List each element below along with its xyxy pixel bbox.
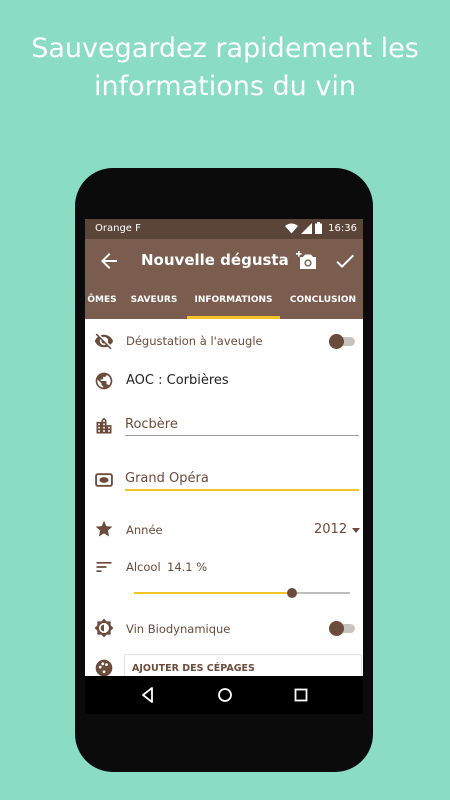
battery-icon [315, 222, 323, 234]
wifi-icon [285, 223, 299, 233]
promo-headline: Sauvegardez rapidement les informations … [0, 30, 450, 106]
carrier-name: Orange F [95, 223, 141, 234]
building-icon [96, 417, 112, 434]
headline-line-2: informations du vin [94, 71, 356, 102]
year-dropdown[interactable]: 2012 [314, 522, 347, 537]
add-photo-icon[interactable] [295, 248, 321, 274]
wine-name-field[interactable]: Grand Opéra [125, 471, 359, 491]
alcohol-row: Alcool 14.1 % [85, 557, 363, 607]
star-icon [95, 520, 113, 537]
sort-lines-icon [96, 562, 112, 572]
headline-line-1: Sauvegardez rapidement les [31, 33, 419, 64]
biodynamic-label: Vin Biodynamique [126, 622, 231, 636]
alcohol-label: Alcool [126, 560, 161, 574]
signal-icon [301, 222, 313, 234]
year-label: Année [126, 523, 163, 537]
tab-informations[interactable]: INFORMATIONS [187, 283, 280, 319]
status-time: 16:36 [328, 222, 357, 234]
year-row: Année 2012 [85, 519, 363, 543]
app-bar: Nouvelle dégustation [85, 239, 363, 283]
back-arrow-icon[interactable] [97, 249, 121, 273]
biodynamic-toggle[interactable] [329, 621, 357, 636]
tab-saveurs[interactable]: SAVEURS [122, 283, 186, 319]
alcohol-slider-fill [134, 592, 292, 594]
producer-row: Rocbère [85, 414, 363, 438]
globe-icon [95, 372, 113, 390]
status-bar: Orange F 16:36 [85, 219, 363, 239]
app-screen: Orange F 16:36 Nouvelle dégustation ÔMES… [85, 219, 363, 676]
eye-off-icon [94, 333, 114, 350]
chevron-down-icon[interactable] [352, 528, 360, 533]
blind-tasting-label: Dégustation à l'aveugle [126, 334, 263, 348]
blind-tasting-toggle[interactable] [329, 334, 357, 349]
alcohol-slider-thumb[interactable] [286, 588, 297, 598]
appellation-value: AOC : Corbières [126, 373, 229, 388]
biodynamic-row: Vin Biodynamique [85, 617, 363, 641]
add-grapes-title: AJOUTER DES CÉPAGES [132, 663, 255, 674]
check-icon[interactable] [333, 249, 357, 273]
sun-icon [94, 618, 114, 638]
recents-square-icon[interactable] [291, 685, 311, 705]
alcohol-slider[interactable] [134, 588, 350, 598]
alcohol-value: 14.1 % [167, 560, 208, 574]
screen-title: Nouvelle dégustation [141, 251, 289, 269]
back-triangle-icon[interactable] [138, 685, 158, 705]
wine-name-row: Grand Opéra [85, 469, 363, 493]
label-badge-icon [95, 473, 113, 487]
add-grapes-card[interactable]: AJOUTER DES CÉPAGES [124, 654, 362, 676]
home-circle-icon[interactable] [215, 685, 235, 705]
palette-icon [95, 659, 113, 676]
android-nav-bar [85, 676, 363, 714]
tab-bar: ÔMES SAVEURS INFORMATIONS CONCLUSION [85, 283, 363, 319]
tab-conclusion[interactable]: CONCLUSION [283, 283, 363, 319]
appellation-row[interactable]: AOC : Corbières [85, 369, 363, 393]
blind-tasting-row: Dégustation à l'aveugle [85, 329, 363, 353]
producer-field[interactable]: Rocbère [125, 417, 359, 436]
tab-aromes[interactable]: ÔMES [85, 283, 119, 319]
